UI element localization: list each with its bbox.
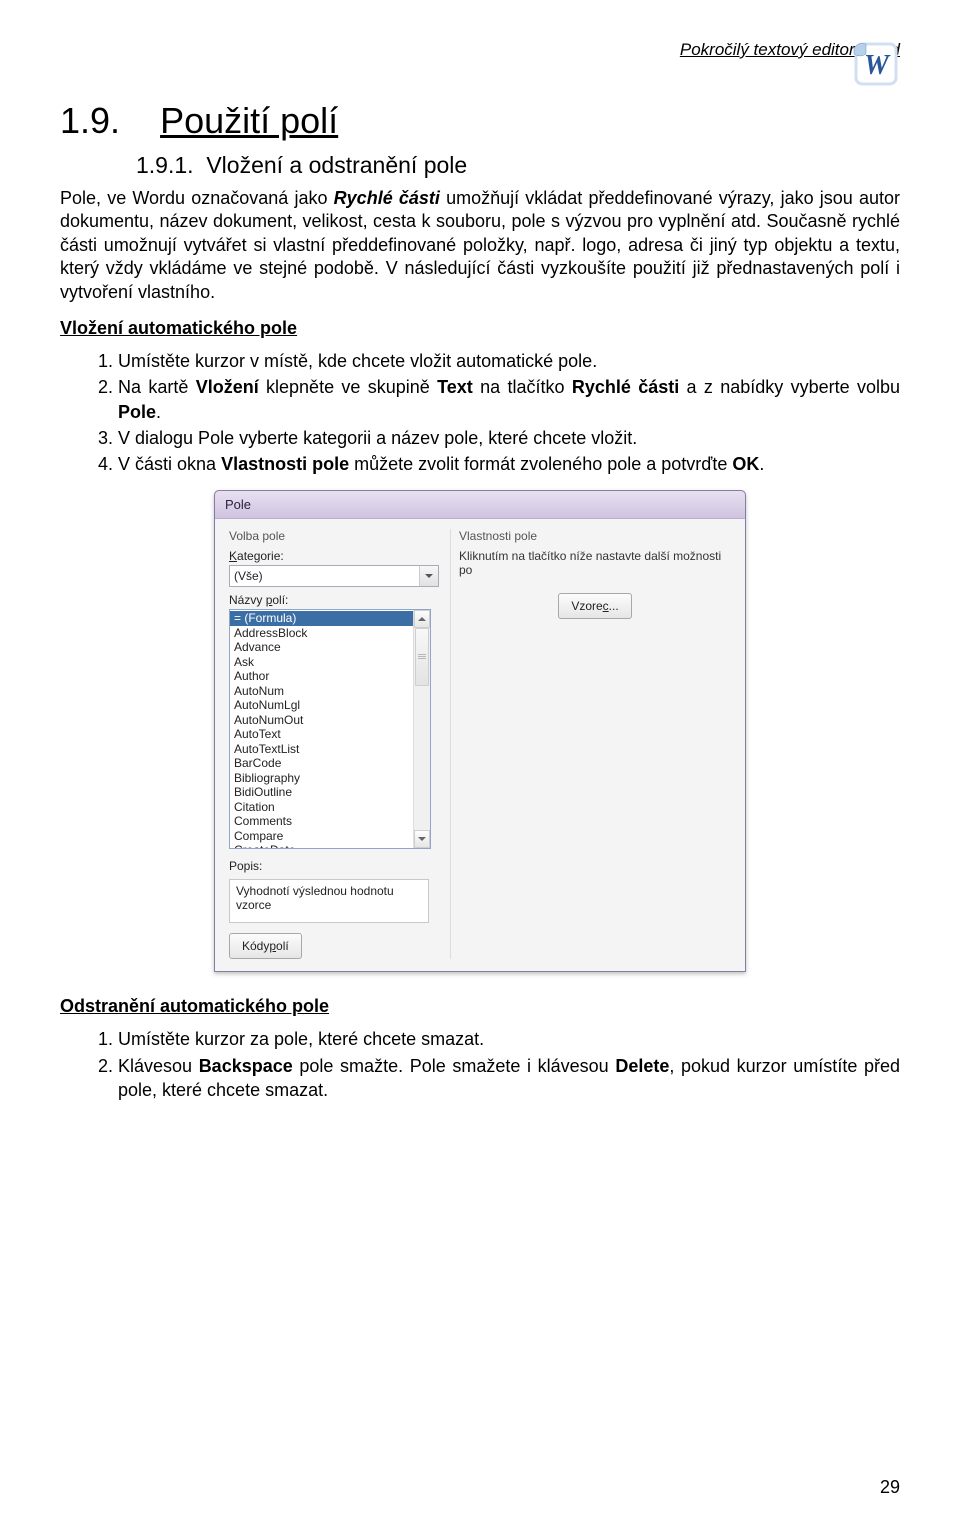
page-number: 29 — [880, 1477, 900, 1498]
list-item[interactable]: CreateDate — [230, 843, 413, 848]
desc-box: Vyhodnotí výslednou hodnotu vzorce — [229, 879, 429, 923]
list-item[interactable]: AutoNumLgl — [230, 698, 413, 713]
word-app-icon: W — [852, 40, 900, 88]
field-names-listbox[interactable]: = (Formula)AddressBlockAdvanceAskAuthorA… — [229, 609, 431, 849]
field-dialog: Pole Volba pole Kategorie: (Vše) Názvy p… — [214, 490, 746, 972]
scroll-thumb[interactable] — [415, 628, 429, 686]
list-item[interactable]: Compare — [230, 829, 413, 844]
list-item: Umístěte kurzor za pole, které chcete sm… — [118, 1027, 900, 1051]
list-item: V dialogu Pole vyberte kategorii a název… — [118, 426, 900, 450]
list-item: V části okna Vlastnosti pole můžete zvol… — [118, 452, 900, 476]
section-title-text: Použití polí — [160, 100, 338, 141]
subsection-title: 1.9.1. Vložení a odstranění pole — [136, 152, 900, 179]
scroll-up-icon[interactable] — [414, 610, 430, 628]
list-item[interactable]: Citation — [230, 800, 413, 815]
list-item[interactable]: AutoNumOut — [230, 713, 413, 728]
list-item: Klávesou Backspace pole smažte. Pole sma… — [118, 1054, 900, 1103]
list-item[interactable]: AutoTextList — [230, 742, 413, 757]
list-item: Na kartě Vložení klepněte ve skupině Tex… — [118, 375, 900, 424]
desc-label: Popis: — [229, 859, 440, 873]
dialog-title: Pole — [215, 491, 745, 519]
svg-text:W: W — [864, 50, 891, 81]
list-item[interactable]: AddressBlock — [230, 626, 413, 641]
remove-steps: Umístěte kurzor za pole, které chcete sm… — [60, 1027, 900, 1102]
insert-steps: Umístěte kurzor v místě, kde chcete vlož… — [60, 349, 900, 476]
list-item[interactable]: Author — [230, 669, 413, 684]
insert-heading: Vložení automatického pole — [60, 318, 900, 339]
group-label-left: Volba pole — [229, 529, 440, 543]
category-label: Kategorie: — [229, 549, 440, 563]
chevron-down-icon[interactable] — [419, 566, 438, 586]
list-item: Umístěte kurzor v místě, kde chcete vlož… — [118, 349, 900, 373]
subsection-title-text: Vložení a odstranění pole — [206, 152, 467, 178]
category-combo[interactable]: (Vše) — [229, 565, 439, 587]
field-codes-button[interactable]: Kódy polí — [229, 933, 302, 959]
list-item[interactable]: BidiOutline — [230, 785, 413, 800]
list-item[interactable]: Bibliography — [230, 771, 413, 786]
list-item[interactable]: BarCode — [230, 756, 413, 771]
list-item[interactable]: Comments — [230, 814, 413, 829]
formula-button[interactable]: Vzorec... — [558, 593, 631, 619]
list-item[interactable]: AutoText — [230, 727, 413, 742]
intro-paragraph: Pole, ve Wordu označovaná jako Rychlé čá… — [60, 187, 900, 304]
scrollbar[interactable] — [413, 610, 430, 848]
right-hint: Kliknutím na tlačítko níže nastavte dalš… — [459, 549, 731, 577]
section-number: 1.9. — [60, 100, 120, 141]
field-names-label: Názvy polí: — [229, 593, 440, 607]
category-value: (Vše) — [234, 569, 263, 583]
list-item[interactable]: AutoNum — [230, 684, 413, 699]
group-label-right: Vlastnosti pole — [459, 529, 731, 543]
running-header: Pokročilý textový editor Word — [60, 40, 900, 60]
list-item[interactable]: = (Formula) — [230, 611, 413, 626]
remove-heading: Odstranění automatického pole — [60, 996, 900, 1017]
scroll-down-icon[interactable] — [414, 830, 430, 848]
list-item[interactable]: Ask — [230, 655, 413, 670]
list-item[interactable]: Advance — [230, 640, 413, 655]
section-title: 1.9. Použití polí — [60, 100, 900, 142]
subsection-number: 1.9.1. — [136, 152, 194, 178]
